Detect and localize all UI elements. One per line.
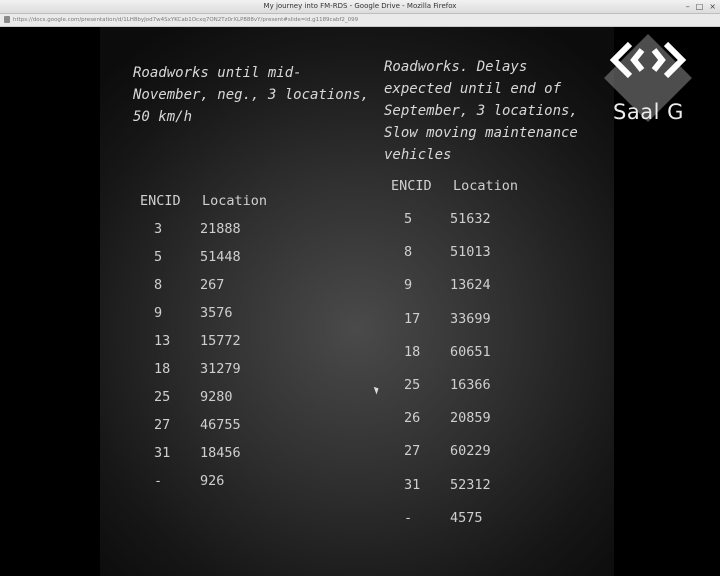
left-encid-cell: 9 bbox=[154, 305, 163, 321]
right-location-cell: 51632 bbox=[450, 211, 491, 227]
window-controls: – □ × bbox=[686, 0, 716, 13]
address-bar[interactable]: https://docs.google.com/presentation/d/1… bbox=[0, 14, 720, 27]
right-encid-cell: - bbox=[404, 509, 413, 526]
left-location-cell: 21888 bbox=[200, 221, 241, 237]
window-title: My journey into FM-RDS - Google Drive - … bbox=[263, 2, 457, 10]
right-encid-cell: 9 bbox=[404, 277, 413, 294]
left-encid-header: ENCID bbox=[140, 193, 181, 209]
right-encid-cell: 8 bbox=[404, 244, 413, 261]
right-encid-cell: 17 bbox=[404, 310, 421, 327]
right-encid-header: ENCID bbox=[391, 178, 432, 194]
minimize-button[interactable]: – bbox=[686, 0, 690, 13]
maximize-button[interactable]: □ bbox=[696, 0, 704, 13]
right-heading: Roadworks. Delays expected until end of … bbox=[384, 59, 578, 163]
right-location-header: Location bbox=[453, 178, 519, 194]
right-encid-cell: 5 bbox=[404, 211, 413, 227]
left-encid-cell: 13 bbox=[154, 333, 171, 349]
left-encid-cell: 25 bbox=[154, 389, 171, 405]
slide[interactable]: Roadworks until mid- November, neg., 3 l… bbox=[100, 27, 614, 576]
right-location-cell: 4575 bbox=[450, 509, 483, 526]
right-location-cell: 60651 bbox=[450, 343, 491, 360]
right-encid-cell: 31 bbox=[404, 476, 421, 493]
left-location-cell: 46755 bbox=[200, 417, 241, 433]
right-location-cell: 13624 bbox=[450, 277, 491, 294]
right-location-cell: 60229 bbox=[450, 443, 491, 460]
left-encid-cell: 18 bbox=[154, 361, 171, 377]
left-location-cell: 31279 bbox=[200, 361, 241, 377]
left-encid-cell: 5 bbox=[154, 249, 163, 265]
close-button[interactable]: × bbox=[709, 0, 716, 13]
right-location-cell: 51013 bbox=[450, 244, 491, 261]
left-encid-cell: - bbox=[154, 473, 163, 489]
left-location-cell: 3576 bbox=[200, 305, 233, 321]
left-location-header: Location bbox=[202, 193, 268, 209]
presentation-stage: Roadworks until mid- November, neg., 3 l… bbox=[0, 27, 720, 576]
mouse-cursor bbox=[373, 385, 381, 395]
right-encid-cell: 18 bbox=[404, 343, 421, 360]
left-location-cell: 926 bbox=[200, 473, 225, 489]
left-location-cell: 267 bbox=[200, 277, 225, 293]
left-location-cell: 15772 bbox=[200, 333, 241, 349]
right-encid-cell: 25 bbox=[404, 377, 421, 393]
left-heading: Roadworks until mid- November, neg., 3 l… bbox=[133, 65, 370, 125]
right-location-cell: 52312 bbox=[450, 476, 491, 493]
left-encid-cell: 27 bbox=[154, 417, 171, 433]
right-encid-cell: 27 bbox=[404, 443, 421, 460]
lock-icon bbox=[4, 16, 10, 23]
left-location-cell: 9280 bbox=[200, 389, 233, 405]
right-location-cell: 33699 bbox=[450, 310, 491, 327]
left-location-cell: 51448 bbox=[200, 249, 241, 265]
window-titlebar: My journey into FM-RDS - Google Drive - … bbox=[0, 0, 720, 14]
right-location-cell: 16366 bbox=[450, 377, 491, 393]
logo-text: Saal G bbox=[613, 100, 684, 124]
right-encid-cell: 26 bbox=[404, 410, 421, 427]
right-location-cell: 20859 bbox=[450, 410, 491, 427]
left-location-cell: 18456 bbox=[200, 445, 241, 461]
left-encid-cell: 31 bbox=[154, 445, 171, 461]
left-encid-cell: 3 bbox=[154, 221, 163, 237]
url-text[interactable]: https://docs.google.com/presentation/d/1… bbox=[13, 14, 358, 26]
left-encid-cell: 8 bbox=[154, 277, 163, 293]
